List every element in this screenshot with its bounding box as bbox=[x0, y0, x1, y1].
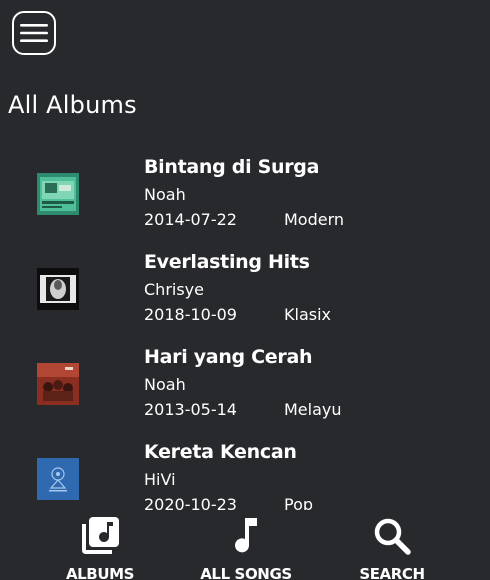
album-release-date: 2014-07-22 bbox=[144, 210, 237, 229]
menu-button[interactable] bbox=[12, 11, 56, 55]
album-cover bbox=[37, 268, 79, 310]
album-list: Bintang di Surga Noah 2014-07-22 Modern … bbox=[0, 148, 490, 510]
hamburger-menu-icon bbox=[20, 24, 48, 42]
page-title: All Albums bbox=[8, 91, 137, 119]
album-genre: Modern bbox=[284, 210, 345, 229]
album-cover bbox=[37, 363, 79, 405]
nav-albums[interactable]: ALBUMS bbox=[45, 510, 155, 580]
search-icon bbox=[374, 518, 411, 555]
album-artist: HiVi bbox=[144, 470, 176, 489]
album-title: Kereta Kencan bbox=[144, 441, 297, 463]
nav-all-songs[interactable]: ALL SONGS bbox=[191, 510, 301, 580]
album-row[interactable]: Hari yang Cerah Noah 2013-05-14 Melayu bbox=[0, 338, 490, 433]
album-row[interactable]: Everlasting Hits Chrisye 2018-10-09 Klas… bbox=[0, 243, 490, 338]
nav-albums-label: ALBUMS bbox=[65, 565, 135, 580]
album-release-date: 2020-10-23 bbox=[144, 495, 237, 510]
album-artist: Noah bbox=[144, 375, 186, 394]
album-release-date: 2018-10-09 bbox=[144, 305, 237, 324]
album-title: Hari yang Cerah bbox=[144, 346, 313, 368]
album-row[interactable]: Bintang di Surga Noah 2014-07-22 Modern bbox=[0, 148, 490, 243]
nav-search[interactable]: SEARCH bbox=[337, 510, 447, 580]
album-genre: Melayu bbox=[284, 400, 342, 419]
album-genre: Klasix bbox=[284, 305, 331, 324]
music-note-icon bbox=[235, 518, 257, 553]
album-title: Everlasting Hits bbox=[144, 251, 310, 273]
album-row[interactable]: Kereta Kencan HiVi 2020-10-23 Pop bbox=[0, 433, 490, 510]
album-release-date: 2013-05-14 bbox=[144, 400, 237, 419]
nav-all-songs-label: ALL SONGS bbox=[200, 565, 292, 580]
album-artist: Chrisye bbox=[144, 280, 204, 299]
album-library-icon bbox=[82, 517, 119, 554]
album-cover bbox=[37, 458, 79, 500]
album-title: Bintang di Surga bbox=[144, 156, 320, 178]
album-artist: Noah bbox=[144, 185, 186, 204]
nav-search-label: SEARCH bbox=[359, 565, 425, 580]
album-cover bbox=[37, 173, 79, 215]
bottom-navigation: ALBUMS ALL SONGS SEARCH bbox=[0, 510, 490, 580]
app-window: All Albums Bintang di Surga Noah 2014-07… bbox=[0, 0, 490, 580]
album-genre: Pop bbox=[284, 495, 314, 510]
